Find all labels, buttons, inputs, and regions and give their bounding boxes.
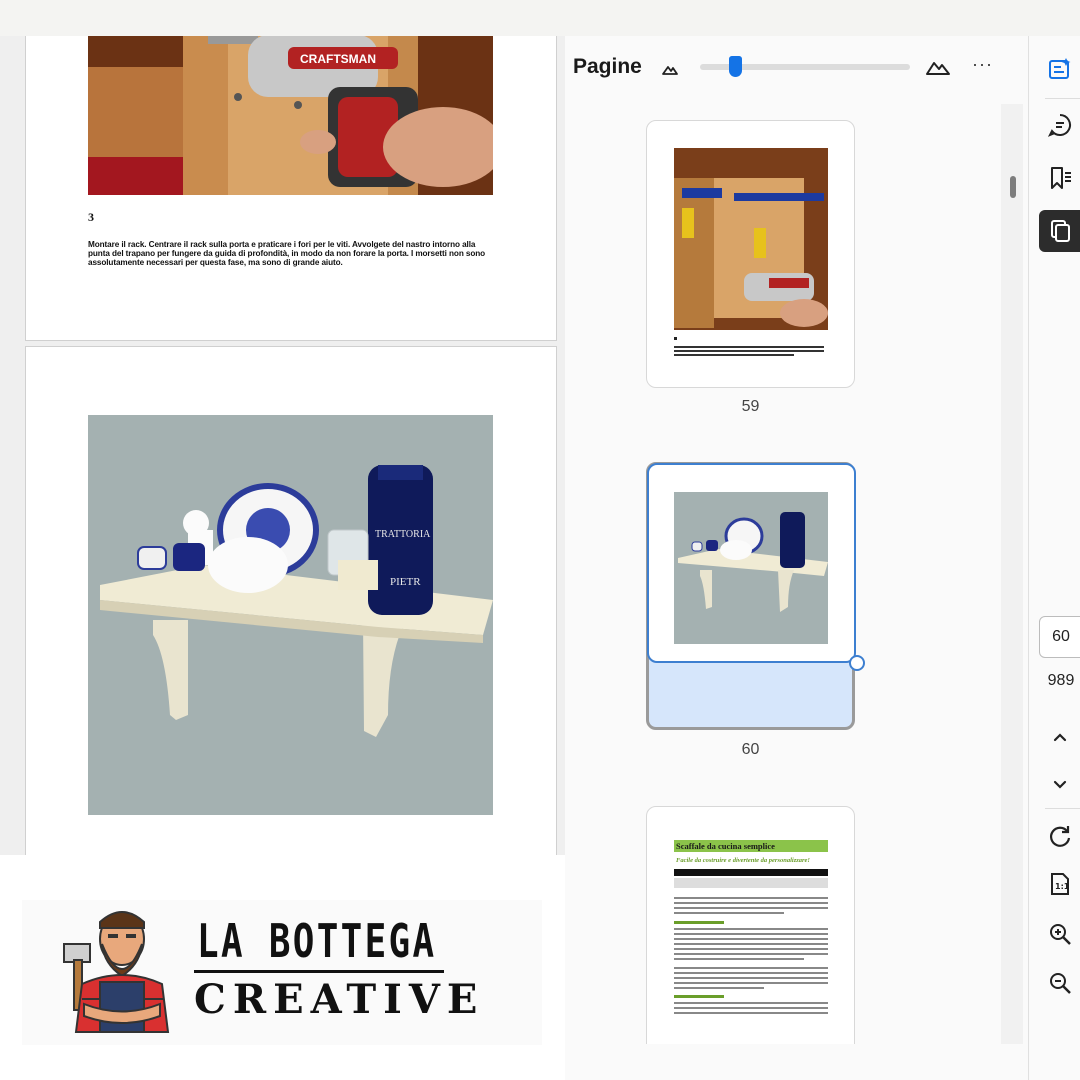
craftsman-mascot-icon bbox=[63, 911, 170, 1033]
bookmarks-icon bbox=[1051, 167, 1071, 189]
comment-button[interactable] bbox=[1039, 104, 1080, 146]
thumbnail-label-59: 59 bbox=[741, 398, 760, 415]
logo-banner: LA BOTTEGA CREATIVE bbox=[0, 855, 565, 1080]
pages-panel-header: Pagine ··· bbox=[565, 36, 1028, 104]
thumbnail-zoom-in-icon[interactable] bbox=[925, 57, 951, 77]
thumbnail-list[interactable]: 59 60 Scaffale da cucina semplice Facile… bbox=[565, 104, 997, 1044]
mini-section-heading bbox=[674, 921, 724, 924]
document-page-60: TRATTORIA PIETR bbox=[25, 346, 557, 866]
mini-text-line bbox=[674, 972, 828, 974]
total-pages: 989 bbox=[1047, 672, 1075, 689]
mini-text-line bbox=[674, 958, 804, 960]
rail-divider bbox=[1045, 98, 1080, 99]
thumbnail-page-61[interactable]: Scaffale da cucina semplice Facile da co… bbox=[646, 806, 855, 1044]
mini-text-line bbox=[674, 912, 784, 914]
previous-page-button[interactable] bbox=[1039, 716, 1080, 758]
thumbnail-scrollbar-thumb[interactable] bbox=[1010, 176, 1016, 198]
mini-text-line bbox=[674, 982, 828, 984]
mini-text-line bbox=[674, 987, 764, 989]
logo-divider bbox=[194, 970, 444, 973]
next-page-button[interactable] bbox=[1039, 763, 1080, 805]
thumbnail-page-60[interactable] bbox=[646, 462, 865, 730]
thumbnail-size-slider-handle[interactable] bbox=[729, 56, 743, 77]
rotate-icon bbox=[1049, 826, 1071, 847]
zoom-in-button[interactable] bbox=[1039, 913, 1080, 955]
document-page-59: CRAFTSMAN 3 Montare il rack. Centrare il… bbox=[25, 36, 557, 341]
bookmarks-button[interactable] bbox=[1039, 157, 1080, 199]
step-text: Montare il rack. Centrare il rack sulla … bbox=[88, 240, 486, 268]
mini-text-line bbox=[674, 1002, 828, 1004]
thumbnail-label-60: 60 bbox=[741, 741, 760, 758]
current-page-input[interactable]: 60 bbox=[1039, 616, 1080, 658]
more-options-icon[interactable]: ··· bbox=[972, 54, 993, 75]
thumbnail-page-59[interactable] bbox=[646, 120, 855, 388]
chevron-up-icon bbox=[1053, 733, 1067, 742]
comment-icon bbox=[1047, 114, 1071, 137]
zoom-out-button[interactable] bbox=[1039, 962, 1080, 1004]
mini-text-line bbox=[674, 967, 828, 969]
jar-label: TRATTORIA bbox=[375, 529, 431, 540]
right-tool-rail: 60 989 1:1 bbox=[1028, 36, 1080, 1080]
svg-text:1:1: 1:1 bbox=[1055, 882, 1070, 891]
shelf-photo: TRATTORIA PIETR bbox=[88, 415, 493, 815]
selection-resize-handle[interactable] bbox=[849, 655, 865, 671]
logo: LA BOTTEGA CREATIVE bbox=[22, 900, 542, 1045]
chevron-down-icon bbox=[1053, 780, 1067, 789]
pages-button[interactable] bbox=[1039, 210, 1080, 252]
logo-title-line2: CREATIVE bbox=[194, 976, 485, 1023]
mini-text-line bbox=[674, 907, 828, 909]
mini-text-line bbox=[674, 938, 828, 940]
actual-size-icon: 1:1 bbox=[1051, 873, 1070, 895]
actual-size-button[interactable]: 1:1 bbox=[1039, 863, 1080, 905]
thumbnail-page-61-subtitle: Facile da costruire e divertente da pers… bbox=[676, 857, 810, 864]
zoom-out-icon bbox=[1050, 973, 1071, 994]
pages-panel-title: Pagine bbox=[573, 55, 642, 78]
mini-text-line bbox=[674, 897, 828, 899]
thumbnail-page-61-title: Scaffale da cucina semplice bbox=[674, 840, 828, 852]
mini-text-line bbox=[674, 902, 828, 904]
mini-text-line bbox=[674, 953, 828, 955]
thumbnail-page-60-frame bbox=[647, 463, 856, 663]
mini-text-line bbox=[674, 933, 828, 935]
app-window: CRAFTSMAN 3 Montare il rack. Centrare il… bbox=[0, 0, 1080, 1080]
mini-text-line bbox=[674, 928, 828, 930]
mini-text-line bbox=[674, 948, 828, 950]
top-band bbox=[0, 0, 1080, 36]
mini-text-line bbox=[674, 1007, 828, 1009]
mini-text-line bbox=[674, 1012, 828, 1014]
ai-assistant-icon bbox=[1049, 58, 1071, 79]
zoom-in-icon bbox=[1050, 924, 1071, 945]
jar-label-2: PIETR bbox=[390, 576, 421, 588]
ai-assistant-button[interactable] bbox=[1039, 48, 1080, 90]
mini-section-heading bbox=[674, 995, 724, 998]
step-number: 3 bbox=[88, 210, 94, 224]
thumbnail-scrollbar[interactable] bbox=[1001, 104, 1023, 1044]
mini-gray-bar bbox=[674, 878, 828, 888]
logo-title-line1: LA BOTTEGA bbox=[197, 914, 437, 968]
pages-icon bbox=[1051, 220, 1070, 242]
drill-brand-text: CRAFTSMAN bbox=[300, 52, 376, 66]
mini-black-bar bbox=[674, 869, 828, 876]
pages-panel: Pagine ··· 59 60 Scaffale da cucina semp… bbox=[565, 36, 1028, 1080]
mini-text-line bbox=[674, 943, 828, 945]
rotate-button[interactable] bbox=[1039, 815, 1080, 857]
thumbnail-zoom-out-icon[interactable] bbox=[661, 60, 679, 78]
rail-divider bbox=[1045, 808, 1080, 809]
mini-text-line bbox=[674, 977, 828, 979]
drill-photo: CRAFTSMAN bbox=[88, 36, 493, 195]
